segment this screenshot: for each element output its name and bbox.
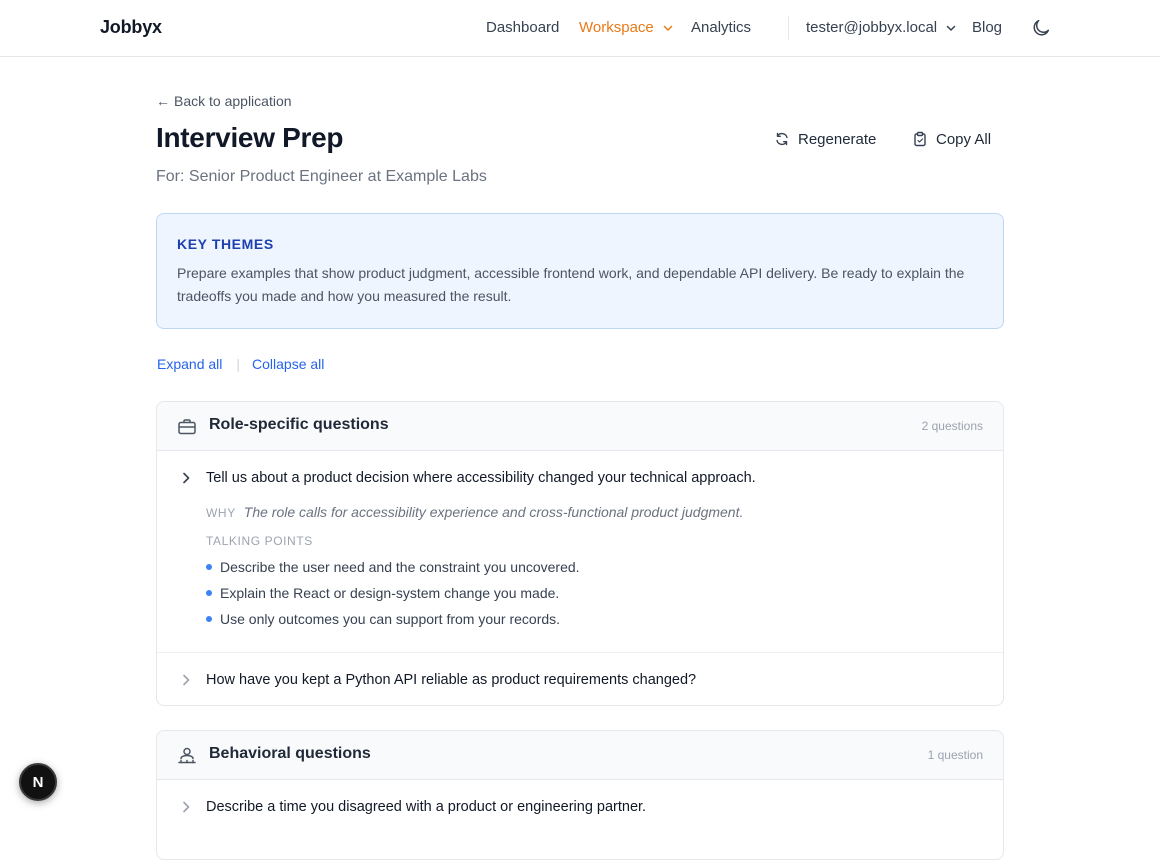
expand-all-button[interactable]: Expand all <box>157 356 222 372</box>
collapse-all-button[interactable]: Collapse all <box>252 356 324 372</box>
chevron-down-icon <box>947 25 956 31</box>
nav-analytics[interactable]: Analytics <box>691 19 751 36</box>
arrow-left-icon: ← <box>156 93 170 109</box>
question-item: How have you kept a Python API reliable … <box>157 652 1003 705</box>
section-role-specific: Role-specific questions 2 questions Tell… <box>156 401 1004 706</box>
talking-point: Use only outcomes you can support from y… <box>206 608 983 634</box>
key-themes-title: KEY THEMES <box>177 236 274 252</box>
question-count: 2 questions <box>921 419 983 433</box>
nav-divider <box>788 16 789 40</box>
brand-logo[interactable]: Jobbyx <box>100 17 162 38</box>
expand-collapse-controls: Expand all | Collapse all <box>157 356 324 372</box>
question-text: Describe a time you disagreed with a pro… <box>206 799 647 815</box>
why-label: WHY <box>206 506 236 520</box>
user-email: tester@jobbyx.local <box>806 19 938 36</box>
back-to-application-link[interactable]: ← Back to application <box>156 93 292 109</box>
talking-point: Explain the React or design-system chang… <box>206 582 983 608</box>
section-behavioral: Behavioral questions 1 question Describe… <box>156 730 1004 860</box>
page-title: Interview Prep <box>156 122 344 153</box>
question-toggle[interactable]: Describe a time you disagreed with a pro… <box>157 780 1003 836</box>
question-toggle[interactable]: How have you kept a Python API reliable … <box>157 653 1003 705</box>
section-header[interactable]: Role-specific questions 2 questions <box>157 402 1003 451</box>
dev-tools-badge[interactable]: N <box>19 763 57 801</box>
back-link-label: Back to application <box>174 93 292 109</box>
chevron-right-icon <box>183 472 190 484</box>
chevron-down-icon <box>663 25 673 31</box>
question-item: Tell us about a product decision where a… <box>157 451 1003 652</box>
question-item: Describe a time you disagreed with a pro… <box>157 780 1003 836</box>
chevron-right-icon <box>183 801 190 813</box>
regenerate-button[interactable]: Regenerate <box>774 125 876 153</box>
talking-point: Describe the user need and the constrain… <box>206 556 983 582</box>
nav-dashboard[interactable]: Dashboard <box>486 19 559 36</box>
nav-workspace[interactable]: Workspace <box>579 19 674 36</box>
briefcase-icon <box>178 419 196 435</box>
key-themes-body: Prepare examples that show product judgm… <box>177 265 965 304</box>
chevron-right-icon <box>183 674 190 686</box>
nav-blog[interactable]: Blog <box>972 19 1002 36</box>
copy-all-label: Copy All <box>936 130 992 148</box>
why-text: The role calls for accessibility experie… <box>243 504 744 520</box>
section-title: Role-specific questions <box>209 416 389 433</box>
copy-all-button[interactable]: Copy All <box>912 125 991 153</box>
nav-workspace-label: Workspace <box>579 19 654 36</box>
question-text: How have you kept a Python API reliable … <box>206 672 697 688</box>
user-menu[interactable]: tester@jobbyx.local <box>806 19 957 36</box>
section-header[interactable]: Behavioral questions 1 question <box>157 731 1003 780</box>
people-icon <box>178 747 196 764</box>
toggle-separator: | <box>236 356 241 372</box>
top-nav: Jobbyx Dashboard Workspace Analytics tes… <box>0 0 1160 57</box>
regenerate-label: Regenerate <box>798 130 877 148</box>
question-text: Tell us about a product decision where a… <box>206 470 756 486</box>
talking-points-list: Describe the user need and the constrain… <box>206 556 983 634</box>
section-title: Behavioral questions <box>209 745 371 762</box>
question-details: WHY The role calls for accessibility expe… <box>157 504 1003 652</box>
key-themes-card: KEY THEMES Prepare examples that show pr… <box>156 213 1004 329</box>
page-subtitle: For: Senior Product Engineer at Example … <box>156 168 487 185</box>
refresh-icon <box>776 132 788 146</box>
why-line: WHY The role calls for accessibility expe… <box>206 504 983 520</box>
question-toggle[interactable]: Tell us about a product decision where a… <box>157 451 1003 507</box>
moon-icon[interactable] <box>1030 17 1052 39</box>
question-count: 1 question <box>927 748 983 762</box>
clipboard-icon <box>914 131 926 147</box>
talking-points-label: TALKING POINTS <box>206 534 313 548</box>
